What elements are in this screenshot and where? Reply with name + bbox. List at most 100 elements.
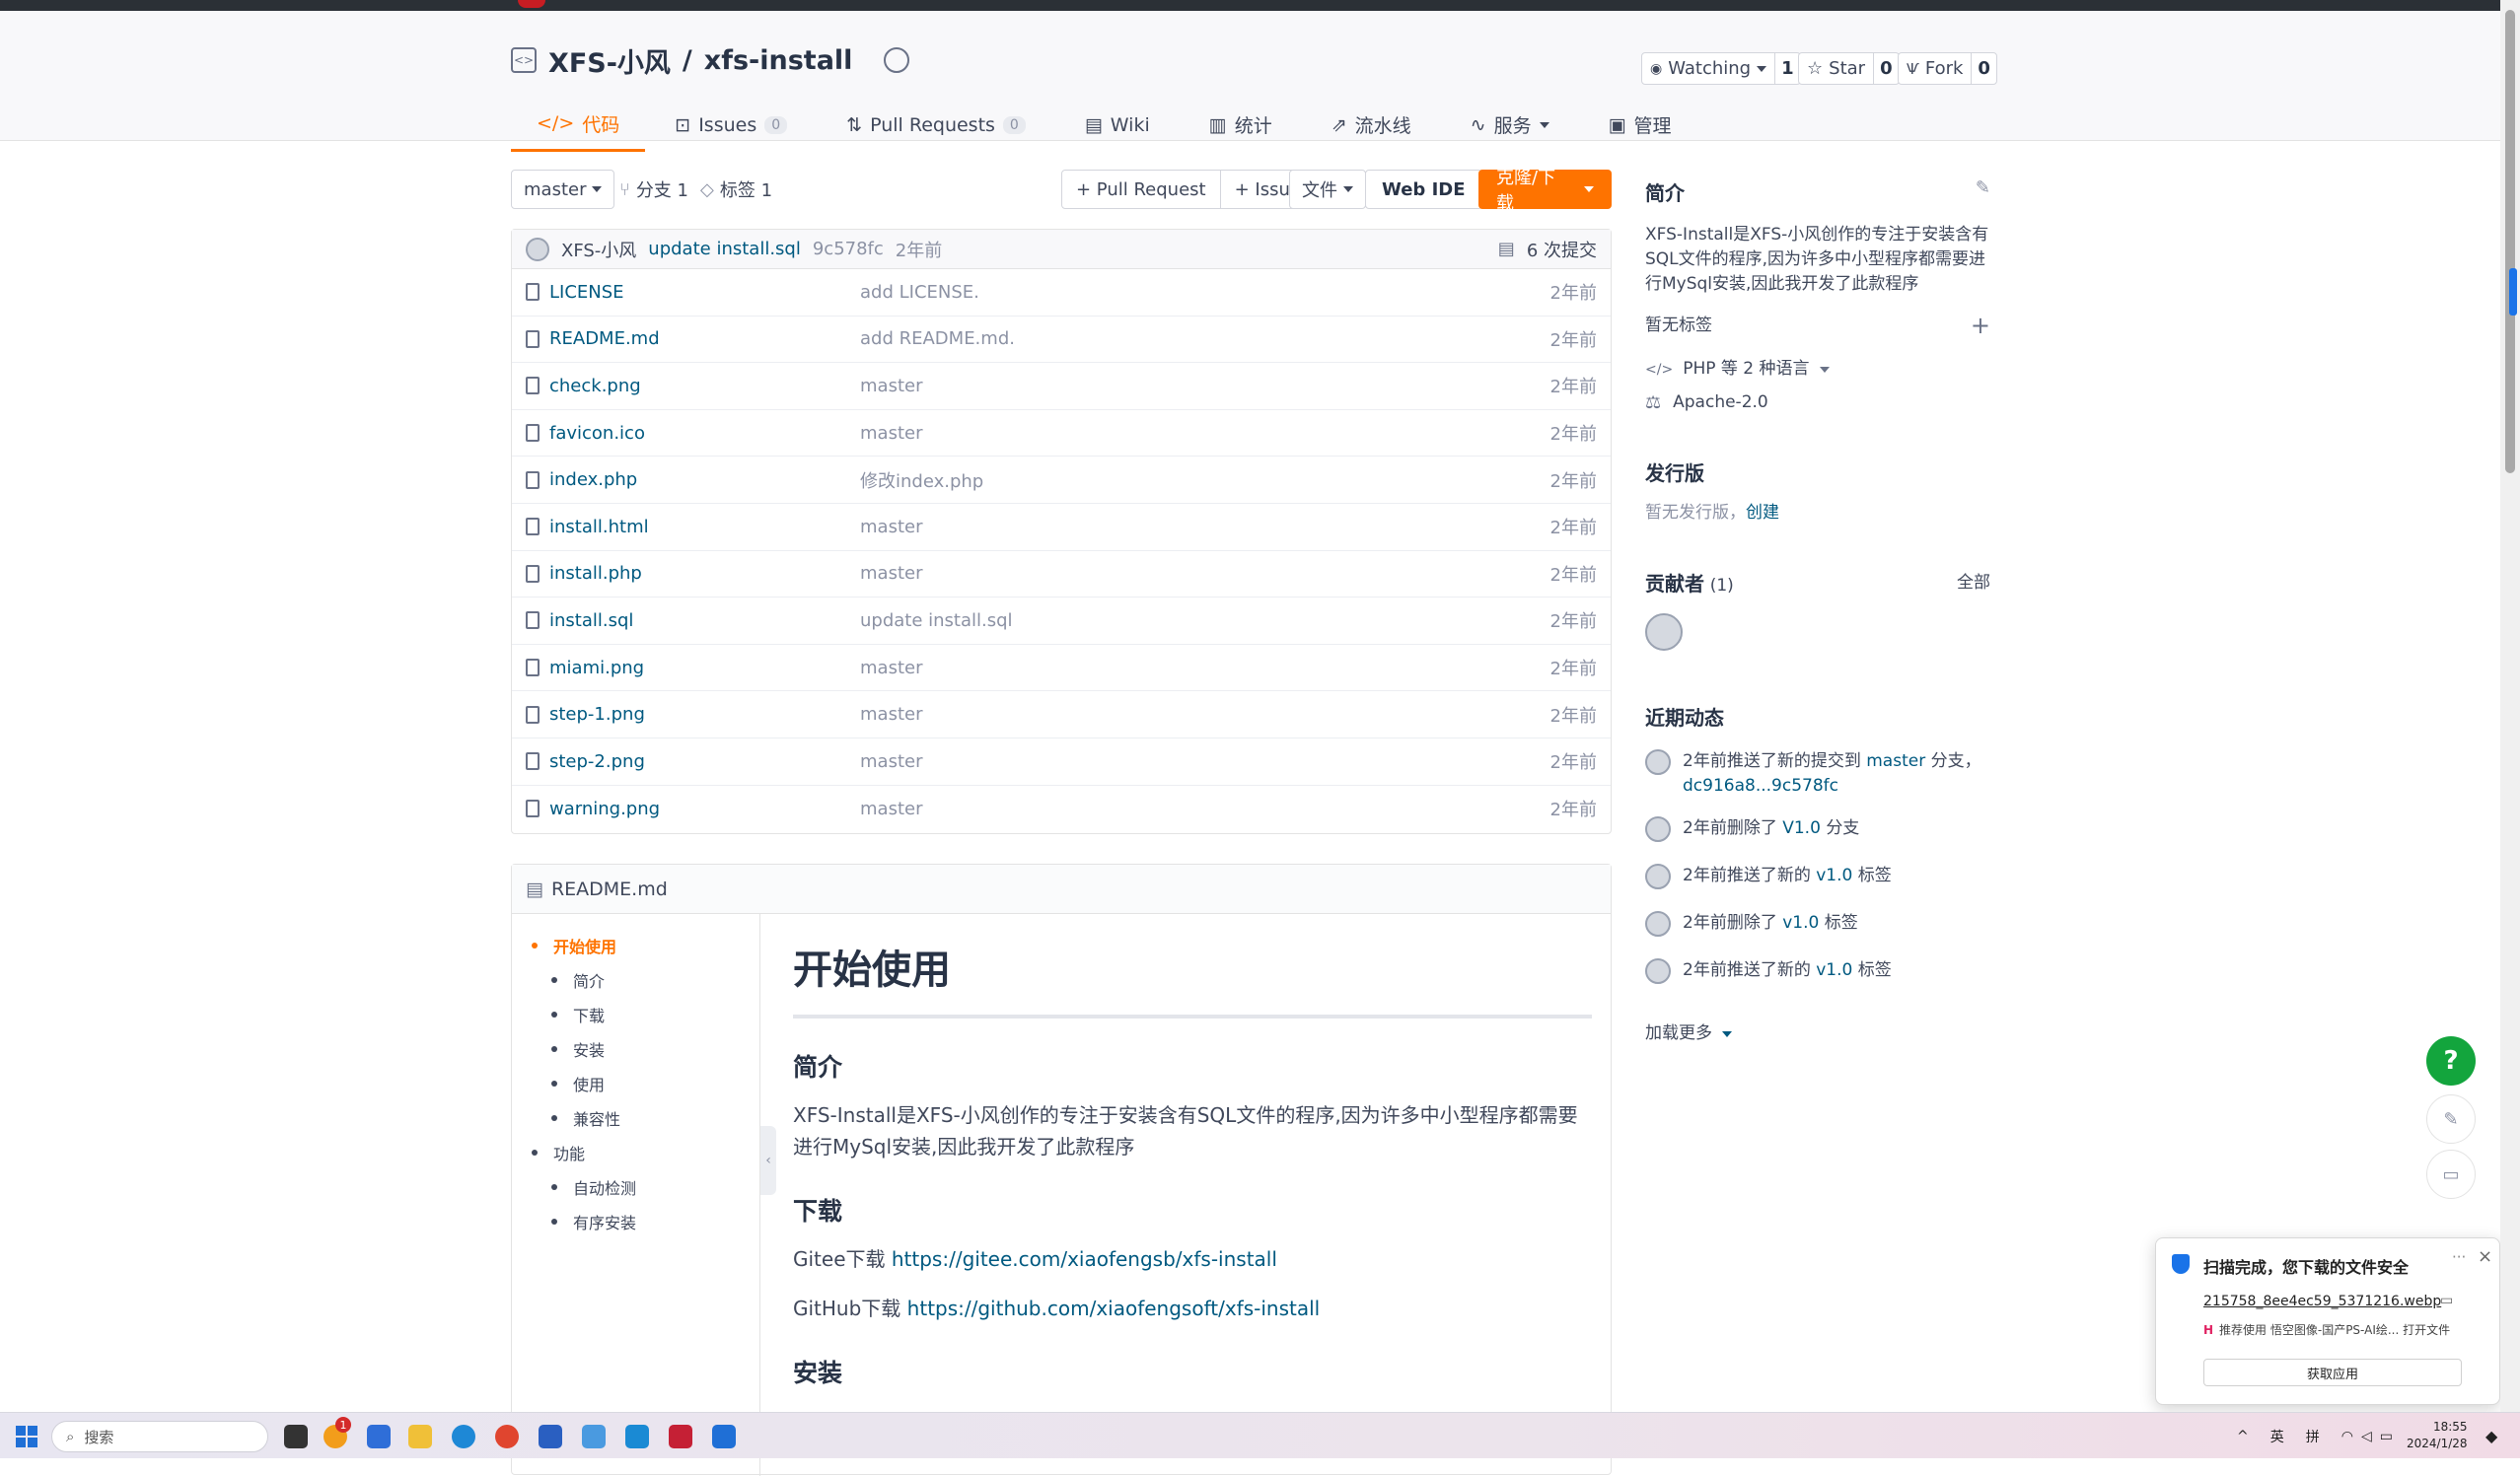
file-name-link[interactable]: install.sql — [549, 610, 860, 631]
file-commit-message[interactable]: master — [860, 751, 1550, 772]
file-commit-message[interactable]: master — [860, 658, 1550, 678]
file-commit-message[interactable]: master — [860, 799, 1550, 819]
file-commit-message[interactable]: master — [860, 376, 1550, 396]
branches-link[interactable]: ⑂ 分支 1 — [619, 170, 688, 209]
file-name-link[interactable]: README.md — [549, 328, 860, 349]
folder-icon[interactable] — [408, 1425, 432, 1448]
gitee-logo[interactable] — [518, 0, 545, 8]
downloaded-file-link[interactable]: 215758_8ee4ec59_5371216.webp — [2203, 1294, 2441, 1309]
license-row[interactable]: ⚖ Apache-2.0 — [1645, 390, 1768, 415]
new-pull-request-button[interactable]: + Pull Request — [1062, 171, 1220, 208]
tab-issues[interactable]: ⊡ Issues 0 — [645, 98, 817, 152]
file-commit-message[interactable]: 修改index.php — [860, 467, 1550, 493]
tab-code[interactable]: </> 代码 — [511, 98, 646, 152]
tab-stats[interactable]: ▥ 统计 — [1180, 98, 1302, 152]
file-name-link[interactable]: warning.png — [549, 799, 860, 819]
fork-count[interactable]: 0 — [1971, 53, 1996, 84]
fork-button[interactable]: Ѱ Fork — [1899, 53, 1971, 84]
jetbrains-icon[interactable] — [669, 1425, 692, 1448]
tags-link[interactable]: ◇ 标签 1 — [700, 170, 772, 209]
file-name-link[interactable]: install.php — [549, 563, 860, 584]
tab-wiki[interactable]: ▤ Wiki — [1055, 98, 1180, 152]
volume-icon[interactable]: ◁ — [2361, 1429, 2372, 1444]
toc-item[interactable]: 功能 — [512, 1135, 759, 1169]
avatar[interactable] — [1645, 613, 1683, 651]
languages-row[interactable]: </> PHP 等 2 种语言 — [1645, 357, 1830, 382]
star-button[interactable]: ☆ Star — [1799, 53, 1873, 84]
scrollbar-thumb[interactable] — [2505, 10, 2515, 473]
file-commit-message[interactable]: update install.sql — [860, 610, 1550, 631]
toc-item[interactable]: 开始使用 — [512, 928, 759, 962]
battery-icon[interactable]: ▭ — [2380, 1429, 2393, 1444]
file-commit-message[interactable]: master — [860, 423, 1550, 444]
create-release-link[interactable]: 创建 — [1746, 503, 1779, 523]
commit-message[interactable]: update install.sql — [648, 239, 801, 259]
file-row[interactable]: step-1.png master 2年前 — [512, 691, 1611, 738]
avatar[interactable] — [1645, 864, 1671, 889]
gitee-url-link[interactable]: https://gitee.com/xiaofengsb/xfs-install — [892, 1247, 1277, 1271]
contributors-all-link[interactable]: 全部 — [1957, 571, 1990, 596]
toc-item[interactable]: 自动检测 — [512, 1169, 759, 1204]
toc-item[interactable]: 安装 — [512, 1031, 759, 1066]
chrome-icon[interactable] — [495, 1425, 519, 1448]
start-icon[interactable] — [16, 1426, 37, 1447]
file-row[interactable]: LICENSE add LICENSE. 2年前 — [512, 269, 1611, 316]
tab-pipeline[interactable]: ⇗ 流水线 — [1302, 98, 1441, 152]
file-name-link[interactable]: check.png — [549, 376, 860, 396]
avatar[interactable] — [1645, 958, 1671, 984]
security-icon[interactable] — [712, 1425, 736, 1448]
vscode-icon[interactable] — [625, 1425, 649, 1448]
chevron-up-icon[interactable]: ^ — [2237, 1429, 2249, 1444]
commit-hash[interactable]: 9c578fc — [813, 239, 884, 259]
file-commit-message[interactable]: master — [860, 563, 1550, 584]
app-icon[interactable] — [582, 1425, 606, 1448]
toc-item[interactable]: 下载 — [512, 997, 759, 1031]
watch-button[interactable]: ◉ Watching — [1642, 53, 1774, 84]
file-name-link[interactable]: favicon.ico — [549, 423, 860, 444]
avatar[interactable] — [1645, 816, 1671, 842]
file-row[interactable]: favicon.ico master 2年前 — [512, 410, 1611, 457]
file-name-link[interactable]: miami.png — [549, 658, 860, 678]
star-count[interactable]: 0 — [1873, 53, 1899, 84]
task-view-icon[interactable] — [284, 1425, 308, 1448]
commit-count-link[interactable]: 6 次提交 — [1527, 237, 1597, 262]
chat-button[interactable]: ▭ — [2426, 1150, 2476, 1199]
file-row[interactable]: warning.png master 2年前 — [512, 786, 1611, 833]
more-icon[interactable]: ··· — [2452, 1248, 2466, 1266]
store-icon[interactable] — [539, 1425, 562, 1448]
activity-compare-link[interactable]: dc916a8...9c578fc — [1683, 776, 1838, 796]
repo-owner-link[interactable]: XFS-小风 — [548, 41, 671, 80]
recommend-badge-icon[interactable] — [884, 47, 910, 73]
file-commit-message[interactable]: master — [860, 704, 1550, 725]
file-commit-message[interactable]: master — [860, 517, 1550, 537]
wifi-icon[interactable]: ◠ — [2341, 1429, 2353, 1444]
avatar[interactable] — [1645, 749, 1671, 775]
file-menu-button[interactable]: 文件 — [1289, 170, 1366, 209]
help-button[interactable]: ? — [2426, 1036, 2476, 1086]
activity-link[interactable]: v1.0 — [1816, 866, 1852, 885]
file-row[interactable]: miami.png master 2年前 — [512, 645, 1611, 692]
repo-name-link[interactable]: xfs-install — [704, 45, 853, 76]
tab-services[interactable]: ∿ 服务 — [1441, 98, 1579, 152]
ime-language[interactable]: 英 — [2270, 1427, 2284, 1446]
toc-item[interactable]: 有序安装 — [512, 1204, 759, 1238]
file-name-link[interactable]: LICENSE — [549, 282, 860, 303]
file-commit-message[interactable]: add README.md. — [860, 328, 1550, 349]
clock[interactable]: 18:55 2024/1/28 — [2407, 1419, 2468, 1452]
activity-link[interactable]: v1.0 — [1816, 960, 1852, 980]
file-row[interactable]: check.png master 2年前 — [512, 363, 1611, 410]
get-app-button[interactable]: 获取应用 — [2203, 1359, 2462, 1386]
toc-collapse-toggle[interactable]: ‹ — [760, 1126, 776, 1195]
avatar[interactable] — [526, 237, 549, 261]
load-more-button[interactable]: 加载更多 — [1645, 1021, 1732, 1046]
activity-link[interactable]: V1.0 — [1782, 818, 1821, 838]
file-name-link[interactable]: install.html — [549, 517, 860, 537]
edge-icon[interactable] — [452, 1425, 475, 1448]
file-name-link[interactable]: step-1.png — [549, 704, 860, 725]
watch-count[interactable]: 1 — [1774, 53, 1800, 84]
tab-pull-requests[interactable]: ⇅ Pull Requests 0 — [817, 98, 1055, 152]
activity-link[interactable]: v1.0 — [1782, 913, 1819, 933]
clone-download-button[interactable]: 克隆/下载 — [1478, 168, 1612, 214]
file-row[interactable]: install.php master 2年前 — [512, 551, 1611, 598]
edit-icon[interactable]: ✎ — [1976, 177, 1990, 206]
